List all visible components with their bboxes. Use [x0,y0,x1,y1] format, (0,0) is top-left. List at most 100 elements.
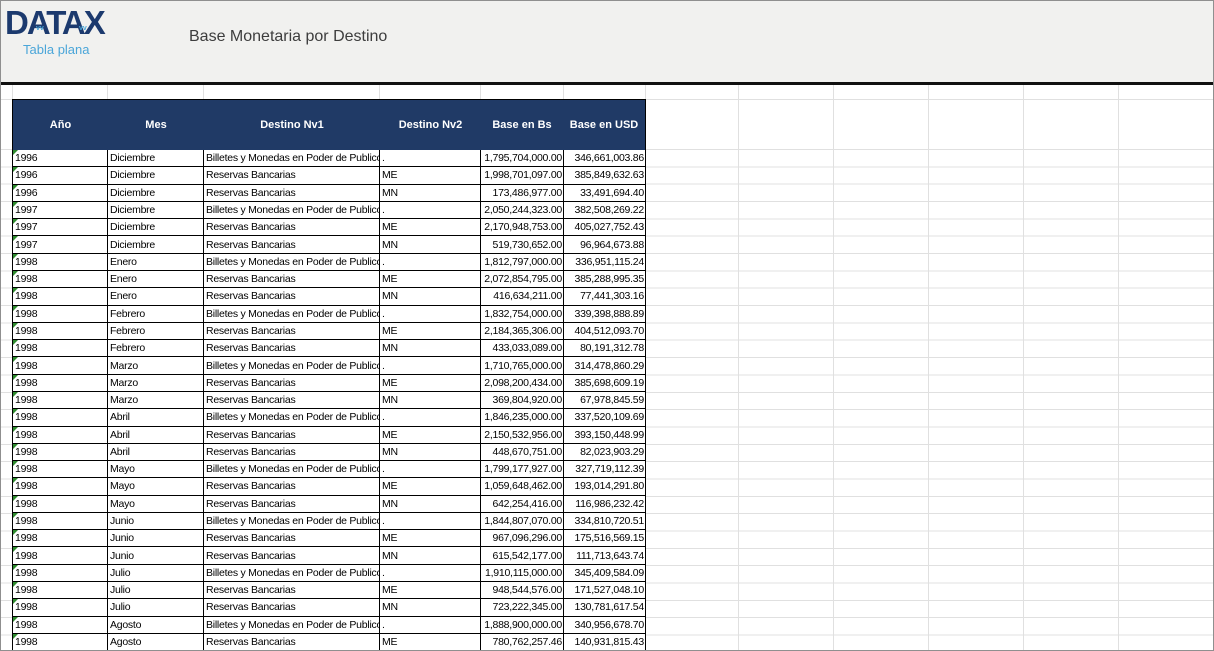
cell-destino-nv2[interactable]: MN [380,599,481,616]
cell-mes[interactable]: Mayo [108,495,204,512]
cell-base-usd[interactable]: 77,441,303.16 [564,288,645,304]
cell-ano[interactable]: 1998 [13,253,108,270]
cell-base-bs[interactable]: 2,072,854,795.00 [481,270,564,288]
cell-mes[interactable]: Enero [108,270,204,288]
cell-ano[interactable]: 1998 [13,374,108,391]
cell-mes[interactable]: Abril [108,443,204,461]
cell-destino-nv1[interactable]: Billetes y Monedas en Poder de Publico [204,305,380,322]
cell-ano[interactable]: 1998 [13,340,108,357]
cell-base-bs[interactable]: 1,059,648,462.00 [481,478,564,495]
cell-base-bs[interactable]: 448,670,751.00 [481,443,564,461]
cell-base-usd[interactable]: 314,478,860.29 [564,357,645,373]
cell-base-bs[interactable]: 2,150,532,956.00 [481,426,564,443]
cell-destino-nv2[interactable]: . [380,357,481,374]
cell-base-bs[interactable]: 1,710,765,000.00 [481,357,564,374]
cell-base-bs[interactable]: 433,033,089.00 [481,340,564,357]
cell-destino-nv2[interactable]: MN [380,547,481,564]
cell-destino-nv2[interactable]: ME [380,322,481,340]
cell-destino-nv2[interactable]: ME [380,582,481,599]
cell-mes[interactable]: Agosto [108,633,204,650]
cell-destino-nv2[interactable]: ME [380,633,481,650]
cell-destino-nv1[interactable]: Billetes y Monedas en Poder de Publico [204,564,380,582]
cell-destino-nv1[interactable]: Billetes y Monedas en Poder de Publico [204,616,380,633]
cell-base-usd[interactable]: 405,027,752.43 [564,219,645,235]
cell-base-bs[interactable]: 780,762,257.46 [481,633,564,650]
cell-destino-nv2[interactable]: . [380,201,481,219]
cell-ano[interactable]: 1998 [13,461,108,478]
cell-base-usd[interactable]: 82,023,903.29 [564,444,645,460]
cell-destino-nv1[interactable]: Reservas Bancarias [204,340,380,357]
cell-base-usd[interactable]: 175,516,569.15 [564,530,645,546]
cell-ano[interactable]: 1997 [13,236,108,253]
cell-base-usd[interactable]: 385,288,995.35 [564,271,645,287]
cell-mes[interactable]: Julio [108,599,204,616]
cell-mes[interactable]: Febrero [108,340,204,357]
cell-base-usd[interactable]: 385,849,632.63 [564,167,645,183]
cell-mes[interactable]: Junio [108,512,204,530]
cell-destino-nv1[interactable]: Reservas Bancarias [204,374,380,391]
cell-mes[interactable]: Enero [108,288,204,305]
cell-ano[interactable]: 1998 [13,478,108,495]
cell-mes[interactable]: Diciembre [108,184,204,201]
cell-ano[interactable]: 1998 [13,530,108,547]
column-header-base-bs[interactable]: Base en Bs [481,100,564,150]
cell-base-usd[interactable]: 404,512,093.70 [564,323,645,339]
cell-destino-nv1[interactable]: Billetes y Monedas en Poder de Publico [204,409,380,426]
cell-base-usd[interactable]: 130,781,617.54 [564,599,645,615]
cell-mes[interactable]: Julio [108,582,204,599]
cell-destino-nv1[interactable]: Reservas Bancarias [204,322,380,340]
cell-base-usd[interactable]: 339,398,888.89 [564,306,645,322]
cell-ano[interactable]: 1998 [13,322,108,340]
cell-base-usd[interactable]: 140,931,815.43 [564,634,645,650]
cell-ano[interactable]: 1998 [13,616,108,633]
cell-destino-nv2[interactable]: MN [380,236,481,253]
cell-base-bs[interactable]: 1,844,807,070.00 [481,512,564,530]
cell-base-usd[interactable]: 385,698,609.19 [564,375,645,391]
column-header-mes[interactable]: Mes [108,100,204,150]
cell-destino-nv2[interactable]: . [380,305,481,322]
cell-mes[interactable]: Abril [108,426,204,443]
cell-base-bs[interactable]: 2,050,244,323.00 [481,201,564,219]
cell-ano[interactable]: 1998 [13,512,108,530]
cell-base-bs[interactable]: 519,730,652.00 [481,236,564,253]
cell-base-bs[interactable]: 1,832,754,000.00 [481,305,564,322]
cell-base-usd[interactable]: 193,014,291.80 [564,478,645,494]
cell-mes[interactable]: Diciembre [108,236,204,253]
cell-destino-nv2[interactable]: MN [380,288,481,305]
cell-mes[interactable]: Diciembre [108,201,204,219]
cell-destino-nv1[interactable]: Reservas Bancarias [204,443,380,461]
cell-ano[interactable]: 1998 [13,495,108,512]
cell-base-usd[interactable]: 67,978,845.59 [564,392,645,408]
cell-destino-nv1[interactable]: Reservas Bancarias [204,219,380,236]
cell-base-bs[interactable]: 642,254,416.00 [481,495,564,512]
cell-destino-nv2[interactable]: . [380,253,481,270]
cell-base-usd[interactable]: 96,964,673.88 [564,236,645,252]
cell-destino-nv2[interactable]: ME [380,530,481,547]
cell-base-bs[interactable]: 723,222,345.00 [481,599,564,616]
cell-base-usd[interactable]: 346,661,003.86 [564,150,645,166]
cell-destino-nv1[interactable]: Billetes y Monedas en Poder de Publico [204,253,380,270]
cell-destino-nv1[interactable]: Reservas Bancarias [204,270,380,288]
cell-destino-nv2[interactable]: ME [380,426,481,443]
cell-base-usd[interactable]: 327,719,112.39 [564,461,645,477]
cell-destino-nv1[interactable]: Reservas Bancarias [204,547,380,564]
cell-mes[interactable]: Marzo [108,374,204,391]
cell-destino-nv2[interactable]: . [380,564,481,582]
column-header-ano[interactable]: Año [13,100,108,150]
column-header-destino-nv2[interactable]: Destino Nv2 [380,100,481,150]
cell-destino-nv1[interactable]: Billetes y Monedas en Poder de Publico [204,461,380,478]
cell-ano[interactable]: 1998 [13,270,108,288]
cell-base-usd[interactable]: 393,150,448.99 [564,427,645,443]
cell-mes[interactable]: Febrero [108,322,204,340]
cell-destino-nv2[interactable]: MN [380,495,481,512]
cell-destino-nv2[interactable]: . [380,616,481,633]
cell-base-usd[interactable]: 337,520,109.69 [564,409,645,425]
cell-ano[interactable]: 1998 [13,391,108,409]
cell-mes[interactable]: Diciembre [108,167,204,184]
cell-base-bs[interactable]: 615,542,177.00 [481,547,564,564]
cell-base-usd[interactable]: 80,191,312.78 [564,340,645,356]
cell-destino-nv1[interactable]: Reservas Bancarias [204,288,380,305]
cell-destino-nv2[interactable]: . [380,409,481,426]
cell-base-bs[interactable]: 1,998,701,097.00 [481,167,564,184]
cell-destino-nv1[interactable]: Billetes y Monedas en Poder de Publico [204,150,380,167]
